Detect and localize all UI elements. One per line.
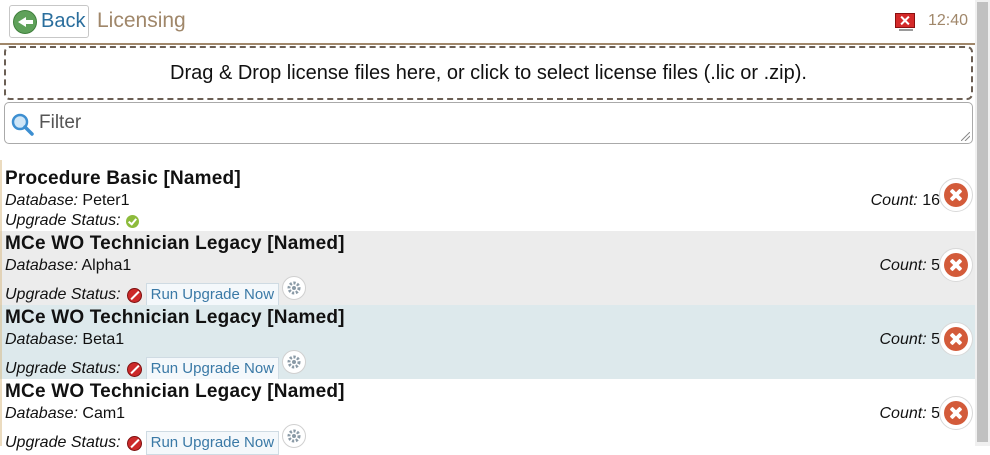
header-bar: Back Licensing 12:40 — [0, 0, 975, 44]
clock: 12:40 — [928, 12, 969, 29]
license-row: MCe WO Technician Legacy [Named] Databas… — [0, 231, 975, 307]
status-error-icon — [126, 435, 142, 451]
remove-license-button[interactable] — [939, 178, 973, 212]
resize-grip-icon[interactable] — [961, 132, 970, 141]
filter-box[interactable] — [4, 102, 973, 144]
left-edge-fragment — [0, 160, 2, 446]
run-upgrade-button[interactable]: Run Upgrade Now — [145, 357, 280, 381]
remove-license-button[interactable] — [939, 396, 973, 430]
remove-icon — [944, 401, 968, 425]
remove-icon — [944, 253, 968, 277]
run-upgrade-button[interactable]: Run Upgrade Now — [145, 431, 280, 455]
license-database: Database: Beta1 — [5, 331, 125, 348]
license-database: Database: Cam1 — [5, 405, 126, 422]
license-row: Procedure Basic [Named] Database: Peter1… — [0, 160, 975, 231]
license-database: Database: Alpha1 — [5, 257, 132, 274]
status-ok-icon — [125, 214, 139, 228]
license-count: Count: 5 — [879, 405, 941, 422]
back-arrow-icon — [13, 9, 37, 34]
remove-icon — [944, 327, 968, 351]
gear-icon[interactable] — [282, 350, 307, 374]
license-name: MCe WO Technician Legacy [Named] — [5, 307, 345, 328]
remove-license-button[interactable] — [939, 248, 973, 282]
license-count: Count: 16 — [870, 192, 940, 209]
back-button-label: Back — [41, 10, 86, 32]
run-upgrade-button[interactable]: Run Upgrade Now — [145, 283, 280, 307]
license-name: Procedure Basic [Named] — [5, 168, 241, 189]
license-name: MCe WO Technician Legacy [Named] — [5, 381, 345, 402]
license-row: MCe WO Technician Legacy [Named] Databas… — [0, 379, 975, 455]
header-divider — [0, 43, 975, 45]
status-error-icon — [126, 361, 142, 377]
close-icon[interactable] — [895, 13, 915, 28]
upgrade-status: Upgrade Status: Run Upgrade Now — [5, 276, 307, 307]
license-count: Count: 5 — [879, 331, 941, 348]
upgrade-status: Upgrade Status: Run Upgrade Now — [5, 424, 307, 455]
gear-icon[interactable] — [282, 424, 307, 448]
search-icon — [11, 113, 34, 136]
license-row: MCe WO Technician Legacy [Named] Databas… — [0, 305, 975, 381]
license-database: Database: Peter1 — [5, 192, 130, 209]
gear-icon[interactable] — [282, 276, 307, 300]
scrollbar-thumb[interactable] — [977, 2, 988, 442]
dropzone-text: Drag & Drop license files here, or click… — [170, 61, 807, 84]
scrollbar[interactable] — [975, 0, 990, 446]
remove-license-button[interactable] — [939, 322, 973, 356]
license-dropzone[interactable]: Drag & Drop license files here, or click… — [4, 46, 973, 100]
license-name: MCe WO Technician Legacy [Named] — [5, 233, 345, 254]
upgrade-status: Upgrade Status: Run Upgrade Now — [5, 350, 307, 381]
upgrade-status: Upgrade Status: — [5, 212, 139, 230]
close-icon-base — [899, 29, 913, 31]
back-button[interactable]: Back — [9, 5, 89, 38]
license-count: Count: 5 — [879, 257, 941, 274]
filter-input[interactable] — [37, 109, 957, 137]
page-title: Licensing — [97, 9, 186, 32]
remove-icon — [944, 183, 968, 207]
status-error-icon — [126, 287, 142, 303]
